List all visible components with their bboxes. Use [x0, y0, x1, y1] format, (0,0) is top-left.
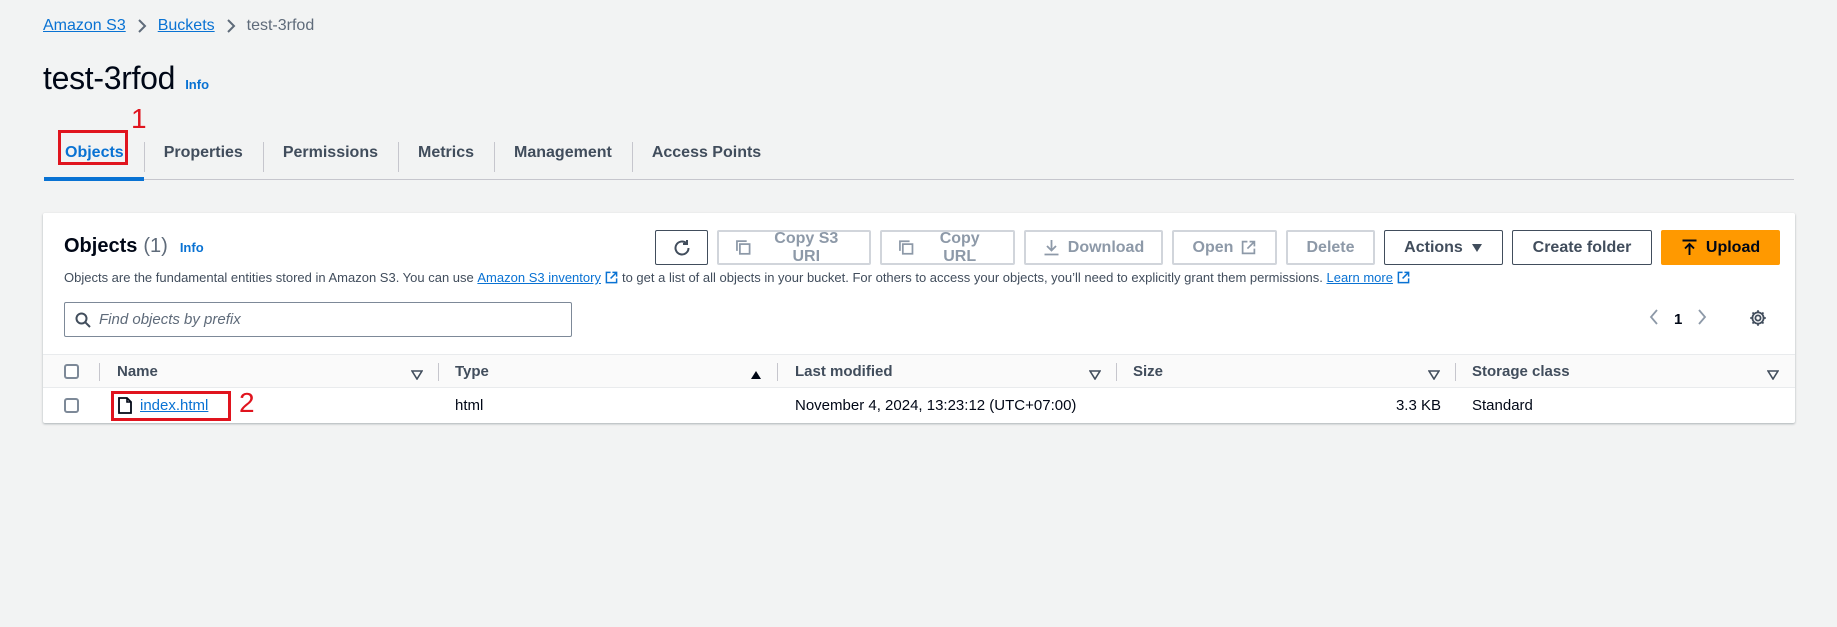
sort-descending-icon[interactable]: [1427, 367, 1441, 385]
breadcrumb-current: test-3rfod: [246, 17, 315, 34]
column-divider: [99, 363, 100, 381]
column-divider: [777, 363, 778, 381]
sort-descending-icon[interactable]: [1088, 367, 1102, 385]
copy-url-button[interactable]: Copy URL: [880, 230, 1015, 265]
column-header-name[interactable]: Name: [117, 355, 158, 388]
page-title: test-3rfod: [43, 60, 176, 96]
object-name-cell: index.html: [118, 388, 208, 423]
search-box: [64, 302, 572, 337]
download-button[interactable]: Download: [1024, 230, 1163, 265]
object-type-cell: html: [455, 397, 484, 414]
table-row: index.html html November 4, 2024, 13:23:…: [43, 388, 1795, 423]
sort-descending-icon[interactable]: [1766, 367, 1780, 385]
panel-info-link[interactable]: Info: [180, 240, 204, 255]
settings-gear-icon[interactable]: [1749, 309, 1767, 332]
breadcrumb-amazon-s3[interactable]: Amazon S3: [43, 17, 126, 35]
copy-icon: [899, 240, 914, 255]
create-folder-button[interactable]: Create folder: [1512, 230, 1652, 265]
next-page-icon[interactable]: [1697, 309, 1707, 330]
object-count: (1): [143, 235, 168, 257]
tab-objects[interactable]: Objects: [44, 127, 144, 181]
annotation-number-2: 2: [239, 387, 255, 418]
download-icon: [1044, 240, 1059, 256]
breadcrumb: Amazon S3 Buckets test-3rfod: [43, 17, 314, 35]
column-divider: [1455, 363, 1456, 381]
copy-s3-uri-button[interactable]: Copy S3 URI: [717, 230, 871, 265]
external-link-icon: [605, 271, 618, 284]
refresh-button[interactable]: [655, 230, 708, 265]
upload-icon: [1682, 239, 1697, 255]
objects-panel: Objects (1) Info Objects are the fundame…: [43, 213, 1795, 423]
sort-ascending-icon[interactable]: [750, 367, 762, 385]
object-storage-class-cell: Standard: [1472, 397, 1533, 414]
description-text-2: to get a list of all objects in your buc…: [621, 270, 1323, 285]
breadcrumb-buckets[interactable]: Buckets: [158, 17, 215, 35]
chevron-right-icon: [137, 19, 147, 33]
objects-toolbar: Copy S3 URI Copy URL Download Open Delet…: [655, 230, 1780, 265]
column-header-type[interactable]: Type: [455, 355, 489, 388]
open-button[interactable]: Open: [1172, 230, 1277, 265]
external-link-icon: [1397, 271, 1410, 284]
object-last-modified-cell: November 4, 2024, 13:23:12 (UTC+07:00): [795, 397, 1077, 414]
object-link[interactable]: index.html: [140, 397, 208, 414]
delete-button[interactable]: Delete: [1286, 230, 1375, 265]
tab-access-points[interactable]: Access Points: [631, 127, 781, 180]
learn-more-link[interactable]: Learn more: [1326, 270, 1413, 285]
search-input[interactable]: [99, 311, 539, 328]
column-header-last-modified[interactable]: Last modified: [795, 355, 893, 388]
object-size-cell: 3.3 KB: [1395, 397, 1441, 414]
current-page[interactable]: 1: [1674, 311, 1682, 328]
previous-page-icon[interactable]: [1649, 309, 1659, 330]
refresh-icon: [674, 239, 689, 255]
info-link[interactable]: Info: [185, 77, 209, 92]
column-divider: [1116, 363, 1117, 381]
tab-metrics[interactable]: Metrics: [397, 127, 494, 180]
tab-management[interactable]: Management: [494, 127, 632, 180]
table-header: Name Type Last modified Size Storage cla…: [43, 354, 1795, 388]
column-header-size[interactable]: Size: [1133, 355, 1163, 388]
row-checkbox[interactable]: [64, 388, 79, 423]
column-divider: [438, 363, 439, 381]
column-header-storage-class[interactable]: Storage class: [1472, 355, 1570, 388]
tab-permissions[interactable]: Permissions: [262, 127, 398, 180]
select-all-checkbox[interactable]: [64, 355, 79, 388]
s3-inventory-link[interactable]: Amazon S3 inventory: [477, 270, 622, 285]
actions-dropdown[interactable]: Actions: [1384, 230, 1503, 265]
panel-title: Objects: [64, 235, 138, 257]
search-icon: [75, 312, 91, 328]
panel-description: Objects are the fundamental entities sto…: [64, 270, 1414, 285]
external-link-icon: [1242, 240, 1256, 255]
caret-down-icon: [1471, 243, 1482, 252]
pagination: 1: [1649, 309, 1707, 330]
upload-button[interactable]: Upload: [1661, 230, 1780, 265]
panel-header: Objects (1) Info: [64, 235, 204, 258]
tab-properties[interactable]: Properties: [143, 127, 263, 180]
chevron-right-icon: [226, 19, 236, 33]
description-text: Objects are the fundamental entities sto…: [64, 270, 474, 285]
sort-descending-icon[interactable]: [410, 367, 424, 385]
copy-icon: [736, 240, 751, 255]
title-row: test-3rfod Info: [43, 60, 209, 97]
tab-bar: Objects Properties Permissions Metrics M…: [44, 127, 1794, 181]
file-icon: [118, 397, 132, 414]
